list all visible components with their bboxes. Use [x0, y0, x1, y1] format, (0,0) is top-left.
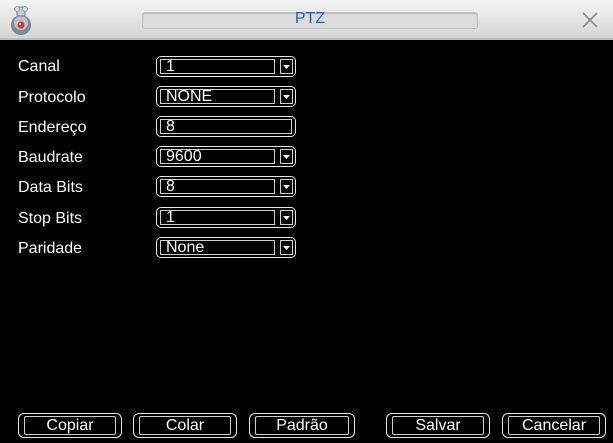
endereco-value: 8 — [166, 118, 175, 135]
endereco-value-box — [160, 119, 292, 134]
baudrate-value: 9600 — [166, 148, 202, 165]
canal-select[interactable]: 1 — [156, 56, 296, 77]
protocolo-value: NONE — [166, 88, 213, 105]
default-button[interactable]: Padrão — [249, 413, 355, 438]
title-bar: PTZ — [0, 0, 613, 40]
label-baudrate: Baudrate — [18, 149, 83, 166]
chevron-down-icon[interactable] — [280, 240, 293, 255]
stop-bits-value: 1 — [166, 209, 175, 226]
endereco-input[interactable]: 8 — [156, 116, 296, 137]
ptz-dialog: PTZ Canal 1 Protocolo NONE Endereço 8 Ba… — [0, 0, 613, 443]
paste-button[interactable]: Colar — [133, 413, 237, 438]
baudrate-select[interactable]: 9600 — [156, 146, 296, 167]
chevron-down-icon[interactable] — [280, 210, 293, 225]
stop-bits-select[interactable]: 1 — [156, 207, 296, 228]
chevron-down-icon[interactable] — [280, 89, 293, 104]
copy-button-label: Copiar — [46, 417, 94, 434]
paste-button-label: Colar — [165, 417, 205, 434]
data-bits-value: 8 — [166, 178, 175, 195]
data-bits-select[interactable]: 8 — [156, 176, 296, 197]
save-button-label: Salvar — [415, 417, 461, 434]
default-button-label: Padrão — [276, 417, 328, 434]
canal-value-box — [160, 59, 275, 74]
save-button[interactable]: Salvar — [386, 413, 490, 438]
chevron-down-icon[interactable] — [280, 149, 293, 164]
label-data-bits: Data Bits — [18, 179, 83, 196]
label-paridade: Paridade — [18, 240, 83, 257]
ptz-camera-icon — [11, 6, 31, 35]
canal-value: 1 — [166, 58, 175, 75]
paridade-select[interactable]: None — [156, 237, 296, 258]
cancel-button[interactable]: Cancelar — [502, 413, 606, 438]
chevron-down-icon[interactable] — [280, 179, 293, 194]
label-canal: Canal — [18, 58, 60, 75]
label-protocolo: Protocolo — [18, 89, 86, 106]
copy-button[interactable]: Copiar — [18, 413, 122, 438]
data-bits-value-box — [160, 179, 275, 194]
label-stop-bits: Stop Bits — [18, 210, 83, 227]
chevron-down-icon[interactable] — [280, 59, 293, 74]
window-title: PTZ — [294, 10, 326, 27]
label-endereco: Endereço — [18, 119, 87, 136]
protocolo-select[interactable]: NONE — [156, 86, 296, 107]
close-icon[interactable] — [580, 10, 600, 30]
cancel-button-label: Cancelar — [521, 417, 587, 434]
paridade-value: None — [166, 239, 205, 256]
stop-bits-value-box — [160, 210, 275, 225]
